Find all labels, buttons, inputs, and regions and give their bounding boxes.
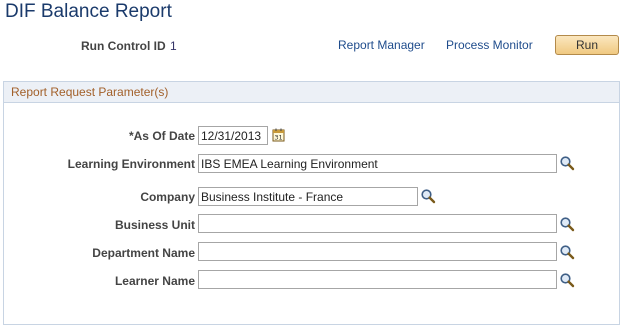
as-of-date-label: *As Of Date [128,129,195,143]
learner-name-field[interactable] [198,270,557,289]
group-title: Report Request Parameter(s) [11,85,169,99]
group-header: Report Request Parameter(s) [4,82,619,103]
process-monitor-link[interactable]: Process Monitor [446,38,533,52]
learning-environment-field[interactable] [198,154,557,173]
as-of-date-field[interactable] [198,126,268,145]
department-name-field[interactable] [198,242,557,261]
learning-environment-lookup-icon[interactable] [559,155,575,171]
learner-name-lookup-icon[interactable] [559,272,575,288]
company-lookup-icon[interactable] [420,188,436,204]
business-unit-field[interactable] [198,214,557,233]
department-name-lookup-icon[interactable] [559,244,575,260]
run-button[interactable]: Run [555,35,619,55]
page-title: DIF Balance Report [5,1,172,22]
report-manager-link[interactable]: Report Manager [338,38,425,52]
learner-name-label: Learner Name [114,274,195,288]
company-field[interactable] [198,187,418,206]
department-name-label: Department Name [92,246,195,260]
run-control-value: 1 [170,39,177,53]
svg-text:31: 31 [274,134,282,142]
run-control-label: Run Control ID [81,39,166,53]
business-unit-lookup-icon[interactable] [559,216,575,232]
business-unit-label: Business Unit [114,218,195,232]
calendar-icon[interactable]: 31 [271,127,287,143]
company-label: Company [140,190,195,204]
learning-environment-label: Learning Environment [67,157,195,171]
